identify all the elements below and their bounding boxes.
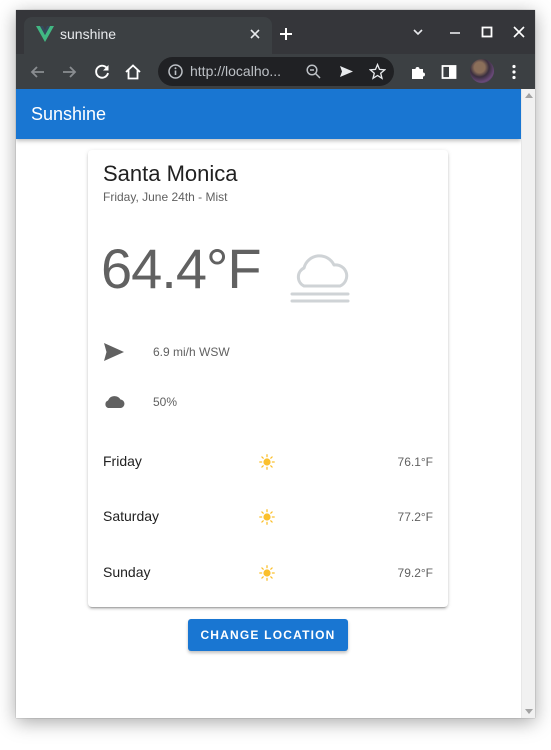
forecast-temp: 79.2°F [397,566,433,580]
extensions-puzzle-icon[interactable] [408,62,428,82]
close-window-icon[interactable] [511,24,527,40]
app-bar: Sunshine [16,89,521,139]
tab-title: sunshine [60,26,117,42]
zoom-icon[interactable] [305,63,322,80]
reload-icon[interactable] [92,62,112,82]
sun-icon [259,454,275,470]
browser-window: sunshine http://localho... Sunshine Sant… [16,10,535,718]
side-panel-icon[interactable] [439,62,459,82]
weather-card: Santa Monica Friday, June 24th - Mist 64… [88,150,448,607]
forecast-temp: 76.1°F [397,455,433,469]
forecast-day: Saturday [103,508,160,524]
app-title: Sunshine [31,104,107,124]
forecast-day: Friday [103,453,142,469]
browser-toolbar: http://localho... [16,54,535,89]
address-bar[interactable]: http://localho... [158,57,394,86]
current-temperature: 64.4°F [101,237,262,300]
wind-direction-icon [104,343,124,361]
browser-tab[interactable]: sunshine [24,17,272,54]
profile-avatar[interactable] [470,59,494,83]
date-condition: Friday, June 24th - Mist [103,190,228,204]
page-viewport: Sunshine Santa Monica Friday, June 24th … [16,89,535,718]
title-bar: sunshine [16,10,535,54]
city-name: Santa Monica [103,161,238,186]
maximize-icon[interactable] [479,24,495,40]
change-location-button[interactable]: CHANGE LOCATION [188,619,348,651]
sun-icon [259,565,275,581]
sun-icon [259,509,275,525]
menu-kebab-icon[interactable] [504,62,524,82]
send-tab-icon[interactable] [338,63,355,80]
tab-search-chevron-icon[interactable] [410,24,426,40]
forecast-day: Sunday [103,564,151,580]
mist-cloud-icon [290,254,350,303]
scroll-up-arrow-icon[interactable] [525,93,533,98]
close-tab-icon[interactable] [248,27,262,41]
forecast-temp: 77.2°F [397,510,433,524]
vertical-scrollbar[interactable] [521,89,535,718]
scroll-down-arrow-icon[interactable] [525,709,533,714]
minimize-icon[interactable] [447,24,463,40]
vue-logo-icon [36,26,54,42]
cloud-icon [105,396,125,408]
forward-arrow-icon[interactable] [59,62,79,82]
cloud-cover: 50% [153,395,178,409]
bookmark-star-icon[interactable] [369,63,386,80]
wind-speed: 6.9 mi/h WSW [153,345,230,359]
new-tab-icon[interactable] [278,26,294,42]
back-arrow-icon[interactable] [28,62,48,82]
info-icon[interactable] [167,63,184,80]
url-text[interactable]: http://localho... [190,63,281,79]
home-icon[interactable] [123,62,143,82]
